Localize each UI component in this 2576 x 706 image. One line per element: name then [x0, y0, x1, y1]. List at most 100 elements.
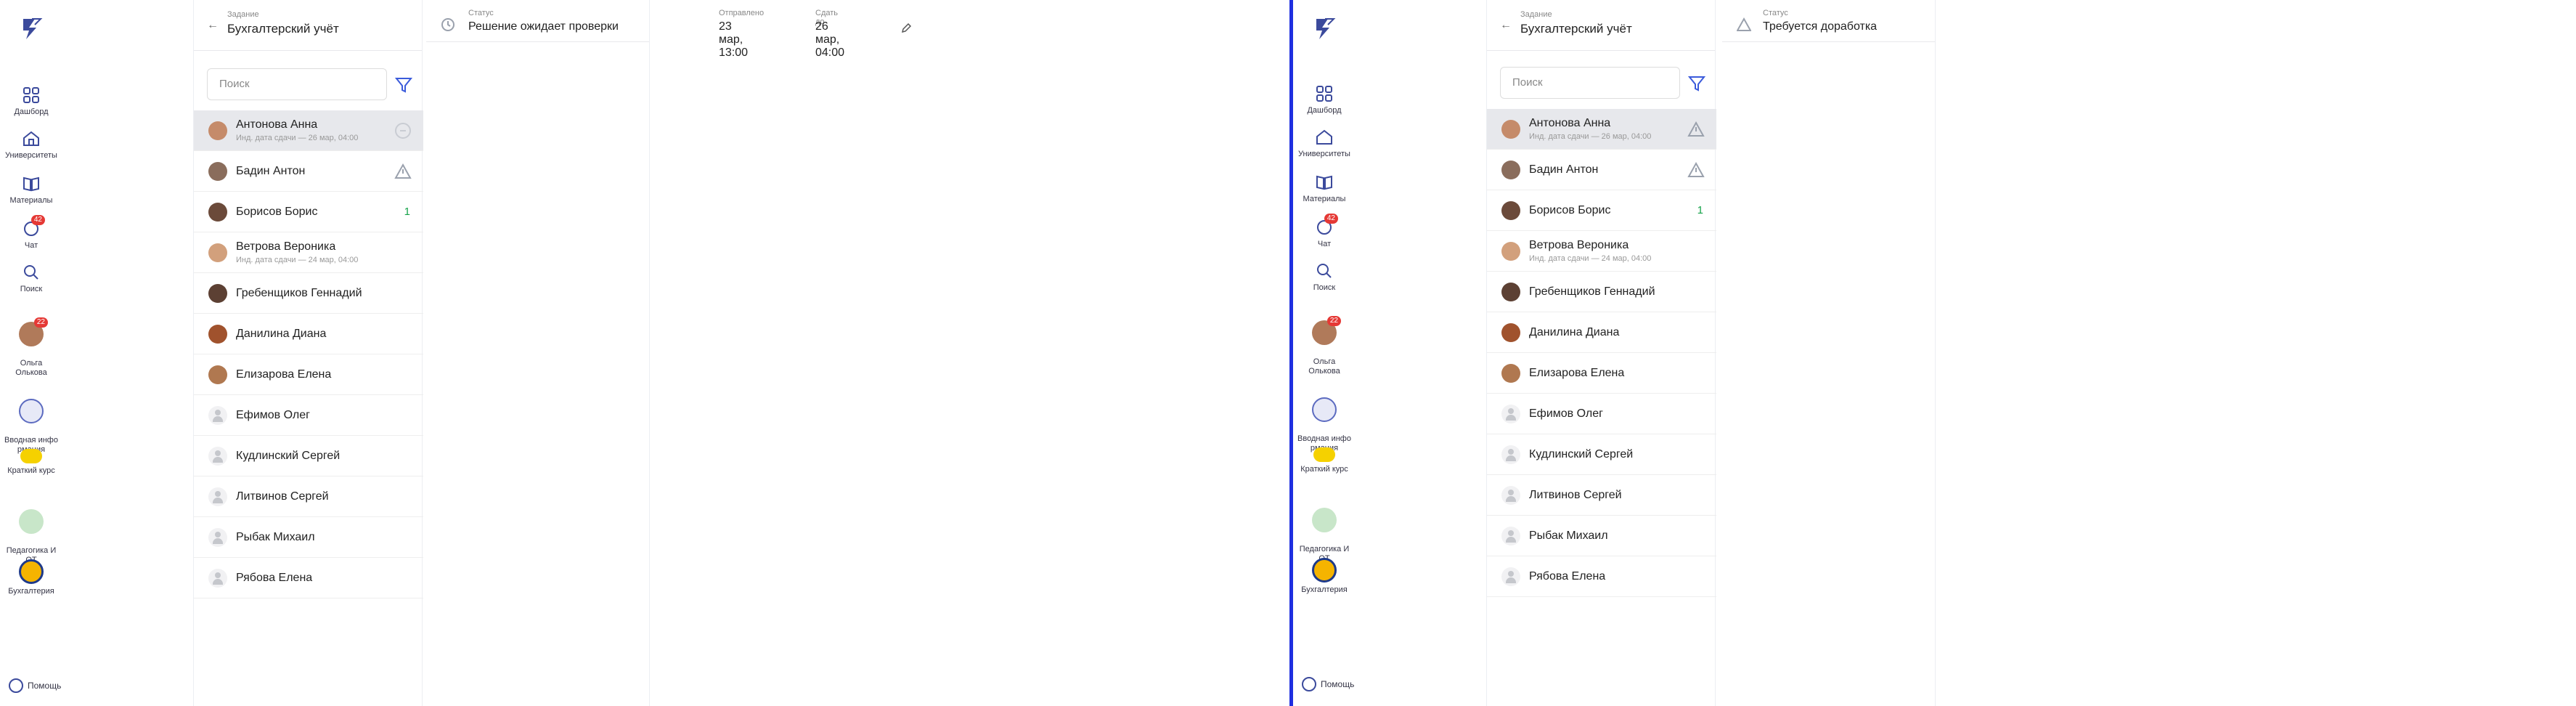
student-row[interactable]: Ефимов Олег [1487, 394, 1716, 434]
student-name: Гребенщиков Геннадий [1529, 285, 1655, 298]
student-row[interactable]: Ветрова Вероника Инд. дата сдачи — 24 мар… [1487, 231, 1716, 272]
profile-badge: 22 [1326, 316, 1341, 326]
book-icon [22, 174, 41, 193]
student-row[interactable]: Бадин Антон [194, 151, 423, 192]
filter-icon[interactable] [1687, 74, 1706, 93]
new-count-badge: 1 [1697, 204, 1703, 216]
search-input[interactable]: Поиск [207, 68, 387, 100]
nav-chat[interactable]: 42 Чат [0, 215, 62, 251]
edit-icon[interactable] [901, 23, 911, 33]
student-row[interactable]: Елизарова Елена [194, 354, 423, 395]
student-row[interactable]: Рыбак Михаил [194, 517, 423, 558]
nav-label: Материалы [9, 196, 53, 205]
nav-search[interactable]: Поиск [0, 263, 62, 294]
student-row[interactable]: Данилина Диана [1487, 312, 1716, 353]
course-icon [19, 399, 44, 423]
nav-universities[interactable]: Университеты [1293, 128, 1356, 159]
student-row[interactable]: Литвинов Сергей [194, 476, 423, 517]
student-row[interactable]: Борисов Борис 1 [1487, 190, 1716, 231]
status-bar: Статус Требуется доработка [1722, 0, 1935, 42]
nav-label: Материалы [1303, 195, 1346, 203]
student-name: Елизарова Елена [236, 368, 332, 381]
student-row[interactable]: Кудлинский Сергей [194, 436, 423, 476]
help-icon [1302, 677, 1316, 691]
avatar [208, 446, 227, 466]
student-name: Литвинов Сергей [1529, 488, 1622, 501]
nav-profile[interactable]: 22 Ольга Олькова [0, 312, 62, 378]
back-arrow-icon[interactable]: ← [1500, 19, 1512, 32]
avatar [1501, 322, 1520, 342]
student-row[interactable]: Рябова Елена [1487, 556, 1716, 597]
student-list: Антонова Анна Инд. дата сдачи — 26 мар, 0… [1487, 109, 1716, 597]
due-value: 26 мар, 04:00 [815, 20, 845, 59]
screenshot-root: Дашборд Университеты Материалы 42 Чат По… [0, 0, 2576, 706]
profile-name: Ольга Олькова [1308, 357, 1340, 376]
student-row[interactable]: Литвинов Сергей [1487, 475, 1716, 516]
student-row[interactable]: Кудлинский Сергей [1487, 434, 1716, 475]
nav-materials[interactable]: Материалы [1293, 173, 1356, 204]
help-label: Помощь [1321, 679, 1355, 689]
course-label: Бухгалтерия [1301, 585, 1348, 594]
student-row[interactable]: Борисов Борис 1 [194, 192, 423, 232]
solution-panel: Статус Решение ожидает проверки Отправле… [426, 0, 911, 706]
student-row[interactable]: Рыбак Михаил [1487, 516, 1716, 556]
student-name: Литвинов Сергей [236, 490, 329, 503]
nav-course-pedagogy[interactable]: Педагогика И ОТ [0, 500, 62, 565]
avatar [1501, 363, 1520, 383]
course-icon [1312, 558, 1337, 583]
student-row[interactable]: Гребенщиков Геннадий [1487, 272, 1716, 312]
help-link[interactable]: Помощь [9, 678, 61, 693]
avatar [1501, 282, 1520, 301]
nav-materials[interactable]: Материалы [0, 174, 62, 206]
filter-icon[interactable] [394, 76, 413, 94]
avatar [1501, 160, 1520, 179]
university-icon [22, 129, 41, 148]
search-input[interactable]: Поиск [1500, 67, 1680, 99]
nav-course-intro[interactable]: Вводная инфо рмация [0, 389, 62, 455]
nav-course-accounting[interactable]: Бухгалтерия [0, 559, 62, 596]
nav-dashboard[interactable]: Дашборд [0, 86, 62, 117]
profile-badge: 22 [33, 317, 48, 328]
university-icon [1315, 128, 1334, 147]
student-name: Елизарова Елена [1529, 366, 1625, 379]
sidebar: Дашборд Университеты Материалы 42 Чат По… [1293, 0, 1486, 706]
student-row[interactable]: Ветрова Вероника Инд. дата сдачи — 24 мар… [194, 232, 423, 273]
student-row[interactable]: Елизарова Елена [1487, 353, 1716, 394]
left-panel: Дашборд Университеты Материалы 42 Чат По… [0, 0, 1291, 706]
search-icon [1315, 261, 1334, 280]
course-icon [19, 509, 44, 534]
nav-label: Университеты [1298, 150, 1350, 158]
search-icon [22, 263, 41, 282]
status-label: Статус [1763, 9, 1788, 17]
student-row[interactable]: Гребенщиков Геннадий [194, 273, 423, 314]
nav-course-intro[interactable]: Вводная инфо рмация [1293, 388, 1356, 453]
nav-course-accounting[interactable]: Бухгалтерия [1293, 558, 1356, 595]
student-name: Рыбак Михаил [1529, 529, 1608, 542]
help-link[interactable]: Помощь [1302, 677, 1354, 691]
student-row[interactable]: Ефимов Олег [194, 395, 423, 436]
student-due: Инд. дата сдачи — 24 мар, 04:00 [1529, 254, 1652, 263]
nav-chat[interactable]: 42 Чат [1293, 214, 1356, 249]
nav-universities[interactable]: Университеты [0, 129, 62, 161]
student-row[interactable]: Бадин Антон [1487, 150, 1716, 190]
nav-course-pedagogy[interactable]: Педагогика И ОТ [1293, 498, 1356, 564]
course-icon [1312, 508, 1337, 532]
nav-search[interactable]: Поиск [1293, 261, 1356, 293]
student-row[interactable]: Антонова Анна Инд. дата сдачи — 26 мар, 0… [1487, 109, 1716, 150]
nav-course-short[interactable]: Краткий курс [0, 449, 62, 476]
avatar [208, 243, 227, 262]
avatar [208, 487, 227, 506]
logo-icon [23, 18, 43, 39]
student-row[interactable]: Рябова Елена [194, 558, 423, 599]
student-due: Инд. дата сдачи — 24 мар, 04:00 [236, 256, 359, 264]
students-panel: ← Задание Бухгалтерский учёт Поиск Антон… [193, 0, 423, 706]
nav-course-short[interactable]: Краткий курс [1293, 447, 1356, 474]
course-icon [1313, 447, 1335, 462]
back-arrow-icon[interactable]: ← [207, 19, 219, 32]
profile-name: Ольга Олькова [15, 359, 47, 377]
student-row[interactable]: Данилина Диана [194, 314, 423, 354]
student-row[interactable]: Антонова Анна Инд. дата сдачи — 26 мар, 0… [194, 110, 423, 151]
nav-profile[interactable]: 22 Ольга Олькова [1293, 311, 1356, 376]
nav-dashboard[interactable]: Дашборд [1293, 84, 1356, 115]
help-label: Помощь [28, 681, 62, 691]
